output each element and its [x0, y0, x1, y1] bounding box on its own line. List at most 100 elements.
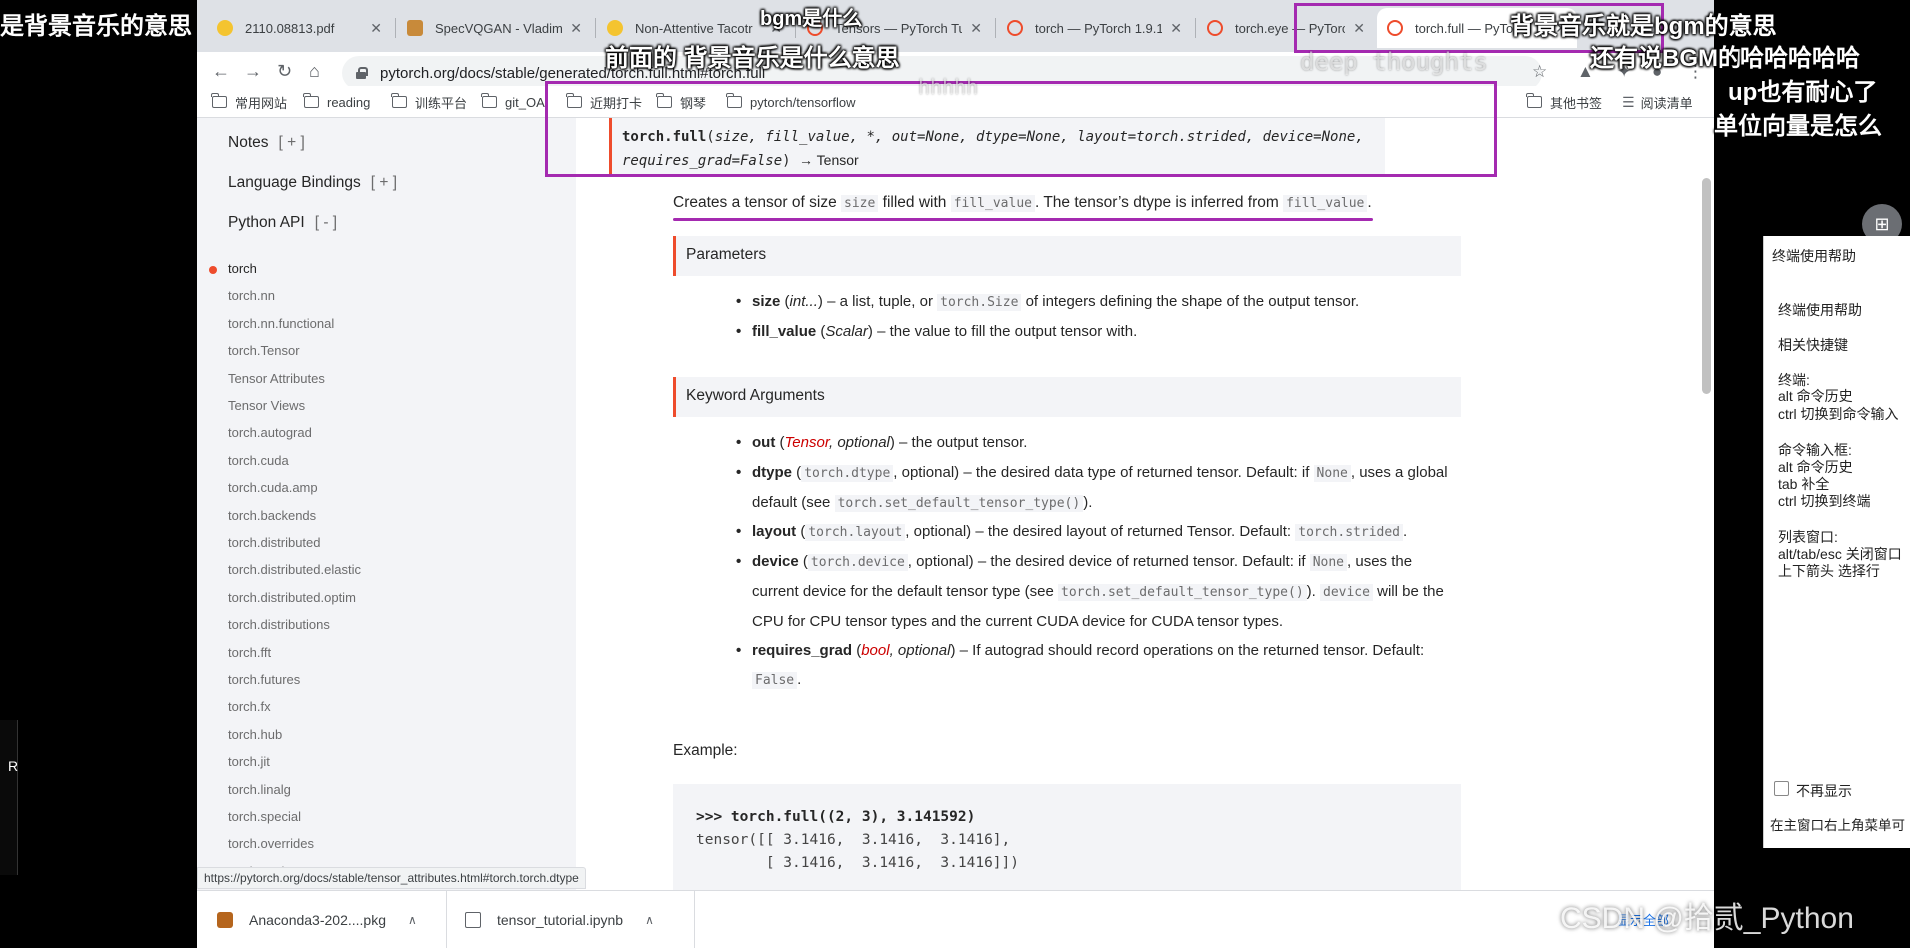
- danmaku-comment: hhhhh: [918, 75, 979, 99]
- parameters-heading: Parameters: [673, 236, 1461, 276]
- function-description: Creates a tensor of size size filled wit…: [673, 194, 1372, 212]
- close-icon[interactable]: ✕: [370, 20, 382, 37]
- help-panel-line: 终端使用帮助: [1778, 302, 1862, 318]
- expand-toggle[interactable]: [ + ]: [279, 134, 305, 151]
- code-output-line: [ 3.1416, 3.1416, 3.1416]]): [696, 855, 1020, 871]
- folder-icon: [391, 93, 407, 108]
- sidebar-item[interactable]: torch.futures: [228, 672, 300, 687]
- sidebar-item[interactable]: torch.Tensor: [228, 343, 300, 358]
- download-item-notebook[interactable]: tensor_tutorial.ipynb ∧: [465, 891, 695, 948]
- kwarg-requires-grad: requires_grad (bool, optional) – If auto…: [736, 636, 1452, 695]
- help-panel-line: alt 命令历史: [1778, 388, 1853, 404]
- file-icon: [465, 912, 481, 928]
- chevron-up-icon[interactable]: ∧: [645, 913, 654, 927]
- help-panel-footer: 在主窗口右上角菜单可: [1770, 818, 1905, 833]
- annotation-box-signature: [545, 81, 1497, 177]
- back-button[interactable]: ←: [212, 61, 230, 82]
- home-button[interactable]: ⌂: [309, 61, 320, 82]
- sidebar-item[interactable]: torch.fft: [228, 645, 271, 660]
- active-indicator-icon: [209, 266, 217, 274]
- folder-icon: [481, 93, 497, 108]
- close-icon[interactable]: ✕: [1170, 20, 1182, 37]
- download-item-anaconda[interactable]: Anaconda3-202....pkg ∧: [217, 891, 447, 948]
- danmaku-comment: deep thoughts: [1300, 48, 1488, 76]
- sidebar-item[interactable]: torch: [228, 261, 257, 276]
- danmaku-comment: bgm是什么: [760, 8, 863, 30]
- github-favicon-icon: [407, 20, 423, 36]
- sidebar-item[interactable]: torch.fx: [228, 699, 271, 714]
- bookmark-folder[interactable]: 训练平台: [391, 91, 467, 113]
- reload-button[interactable]: ↻: [277, 61, 292, 82]
- set-default-tensor-type-link[interactable]: torch.set_default_tensor_type(): [834, 495, 1084, 512]
- tab-torch[interactable]: torch — PyTorch 1.9.1 ✕: [997, 8, 1192, 48]
- danmaku-comment: 还有说BGM的: [1590, 45, 1742, 72]
- sidebar-item[interactable]: torch.cuda.amp: [228, 480, 318, 495]
- close-icon[interactable]: ✕: [570, 20, 582, 37]
- forward-button[interactable]: →: [244, 61, 262, 82]
- sidebar-item[interactable]: torch.cuda: [228, 453, 289, 468]
- close-icon[interactable]: ✕: [970, 20, 982, 37]
- help-panel-line: ctrl 切换到终端: [1778, 493, 1871, 509]
- code-prompt: >>> torch.full((2, 3), 3.141592): [696, 809, 976, 825]
- help-panel-line: 上下箭头 选择行: [1778, 563, 1880, 579]
- sidebar-item[interactable]: Tensor Views: [228, 398, 305, 413]
- tensor-link[interactable]: Tensor: [785, 434, 829, 451]
- bookmark-folder[interactable]: 常用网站: [211, 91, 287, 113]
- reading-list-icon: ☰: [1622, 93, 1635, 110]
- set-default-tensor-type-link[interactable]: torch.set_default_tensor_type(): [1058, 584, 1307, 601]
- sidebar-item[interactable]: torch.overrides: [228, 836, 314, 851]
- danmaku-comment: 哈哈哈哈哈: [1740, 45, 1860, 72]
- sidebar-item[interactable]: torch.autograd: [228, 425, 312, 440]
- kwarg-layout: layout (torch.layout, optional) – the de…: [736, 517, 1452, 547]
- other-bookmarks[interactable]: 其他书签: [1526, 91, 1602, 113]
- page-scrollbar[interactable]: [1702, 178, 1711, 394]
- sidebar-item[interactable]: torch.jit: [228, 754, 270, 769]
- bookmark-folder[interactable]: reading: [303, 91, 370, 113]
- help-panel-line: 相关快捷键: [1778, 337, 1848, 353]
- torch-dtype-link[interactable]: torch.dtype: [801, 465, 894, 482]
- sidebar-heading-notes[interactable]: Notes[ + ]: [228, 134, 305, 152]
- bookmark-folder[interactable]: git_OA: [481, 91, 545, 113]
- bookmark-star-icon[interactable]: ☆: [1532, 62, 1547, 82]
- sidebar-item[interactable]: torch.nn.functional: [228, 316, 334, 331]
- kwarg-out: out (Tensor, optional) – the output tens…: [736, 428, 1452, 457]
- lock-icon: [356, 67, 368, 79]
- screen: R 2110.08813.pdf ✕ SpecVQGAN - Vladim ✕ …: [0, 0, 1910, 948]
- chevron-up-icon[interactable]: ∧: [408, 913, 417, 927]
- tab-pdf[interactable]: 2110.08813.pdf ✕: [207, 8, 392, 48]
- sidebar-item[interactable]: Tensor Attributes: [228, 371, 325, 386]
- param-fill-value: fill_value (Scalar) – the value to fill …: [736, 317, 1452, 346]
- sidebar-heading-python-api[interactable]: Python API[ - ]: [228, 214, 337, 232]
- danmaku-comment: 单位向量是怎么: [1714, 113, 1882, 140]
- torch-device-link[interactable]: torch.device: [807, 554, 908, 571]
- sidebar-item[interactable]: torch.distributed.elastic: [228, 562, 361, 577]
- sidebar-item[interactable]: torch.nn: [228, 288, 275, 303]
- kwarg-device: device (torch.device, optional) – the de…: [736, 547, 1452, 636]
- folder-icon: [303, 93, 319, 108]
- bool-link[interactable]: bool: [861, 642, 889, 659]
- tab-specvqgan[interactable]: SpecVQGAN - Vladim ✕: [397, 8, 592, 48]
- kwarg-dtype: dtype (torch.dtype, optional) – the desi…: [736, 458, 1452, 518]
- pytorch-favicon-icon: [1007, 20, 1023, 36]
- torch-layout-link[interactable]: torch.layout: [805, 524, 906, 541]
- reading-list[interactable]: ☰ 阅读清单: [1622, 91, 1693, 113]
- example-code-block[interactable]: >>> torch.full((2, 3), 3.141592) tensor([…: [673, 784, 1461, 898]
- help-panel-title: 终端使用帮助: [1772, 248, 1856, 264]
- sidebar-item[interactable]: torch.linalg: [228, 782, 291, 797]
- smiley-favicon-icon: [607, 20, 623, 36]
- folder-icon: [1526, 93, 1542, 108]
- collapse-toggle[interactable]: [ - ]: [315, 214, 337, 231]
- dont-show-again-checkbox[interactable]: [1774, 781, 1789, 796]
- keyword-arguments-heading: Keyword Arguments: [673, 377, 1461, 417]
- sidebar-item[interactable]: torch.distributed: [228, 535, 321, 550]
- sidebar-item[interactable]: torch.distributions: [228, 617, 330, 632]
- expand-toggle[interactable]: [ + ]: [371, 174, 397, 191]
- docs-sidebar: Notes[ + ] Language Bindings[ + ] Python…: [197, 118, 576, 898]
- sidebar-item[interactable]: torch.backends: [228, 508, 316, 523]
- sidebar-item[interactable]: torch.distributed.optim: [228, 590, 356, 605]
- torch-size-link[interactable]: torch.Size: [937, 294, 1022, 311]
- sidebar-item[interactable]: torch.special: [228, 809, 301, 824]
- annotation-underline: [673, 218, 1373, 221]
- sidebar-item[interactable]: torch.hub: [228, 727, 282, 742]
- sidebar-heading-language-bindings[interactable]: Language Bindings[ + ]: [228, 174, 397, 192]
